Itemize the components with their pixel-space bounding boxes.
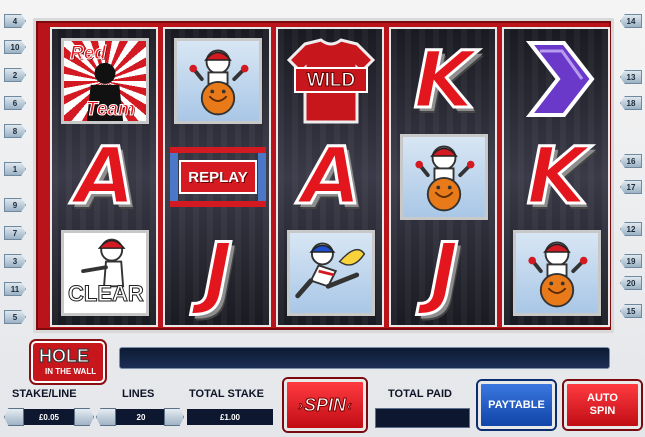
reel-symbol-letter: A	[56, 131, 154, 223]
reel-symbol-letter: K	[395, 35, 493, 127]
reel-4: KJ	[389, 27, 497, 327]
reel-symbol-letter: A	[282, 131, 380, 223]
red-team-symbol: Red Team	[61, 38, 149, 124]
wild-label: WILD	[306, 70, 356, 92]
stake-per-line-label: STAKE/LINE	[12, 388, 77, 400]
payline-marker-left[interactable]: 3	[4, 254, 26, 268]
replay-label: REPLAY	[179, 160, 257, 194]
player-kick-icon	[287, 230, 375, 316]
total-stake-value: £1.00	[187, 409, 273, 425]
payline-marker-left[interactable]: 4	[4, 14, 26, 28]
replay-symbol: REPLAY	[170, 147, 266, 207]
logo-subtitle: IN THE WALL	[45, 367, 97, 376]
reel-symbol-wild: WILD	[282, 35, 380, 127]
lines-decrease-button[interactable]	[96, 408, 116, 426]
hole-in-the-wall-logo: HOLE IN THE WALL	[31, 341, 105, 383]
payline-marker-right[interactable]: 16	[620, 154, 642, 168]
player-ball-icon	[400, 134, 488, 220]
letter-symbol: A	[73, 132, 136, 222]
reel-2: REPLAY J	[163, 27, 271, 327]
reel-symbol-player-ball	[169, 35, 267, 127]
slot-game-screen: Red Team A CLEAR REPLAY J WILD A K J K 4 10 2 6 8 1 9 7 3 1…	[0, 0, 645, 437]
paytable-button[interactable]: PAYTABLE	[478, 381, 555, 429]
letter-symbol: J	[428, 228, 460, 318]
lines-label: LINES	[122, 388, 155, 400]
payline-marker-right[interactable]: 17	[620, 180, 642, 194]
letter-symbol: A	[299, 132, 362, 222]
auto-spin-label-line2: SPIN	[589, 405, 616, 417]
payline-marker-right[interactable]: 12	[620, 222, 642, 236]
lines-increase-button[interactable]	[164, 408, 184, 426]
reel-symbol-player-kick	[282, 227, 380, 319]
player-ball-icon	[174, 38, 262, 124]
reel-1: Red Team A CLEAR	[50, 27, 158, 327]
paytable-label: PAYTABLE	[488, 399, 545, 411]
reel-3: WILD A	[276, 27, 384, 327]
reel-symbol-player-ball	[395, 131, 493, 223]
payline-marker-right[interactable]: 15	[620, 304, 642, 318]
total-paid-value	[375, 408, 470, 428]
reel-symbol-replay: REPLAY	[169, 131, 267, 223]
payline-marker-left[interactable]: 5	[4, 310, 26, 324]
reel-symbol-player-ball	[508, 227, 606, 319]
payline-marker-left[interactable]: 11	[4, 282, 26, 296]
payline-marker-left[interactable]: 8	[4, 124, 26, 138]
stake-per-line-value: £0.05	[24, 409, 74, 425]
reel-symbol-chevron	[508, 35, 606, 127]
payline-marker-right[interactable]: 14	[620, 14, 642, 28]
clear-label: CLEAR	[68, 281, 145, 307]
letter-symbol: K	[525, 132, 588, 222]
player-ball-icon	[513, 230, 601, 316]
total-stake-label: TOTAL STAKE	[189, 388, 264, 400]
payline-marker-right[interactable]: 13	[620, 70, 642, 84]
payline-marker-left[interactable]: 6	[4, 96, 26, 110]
payline-marker-left[interactable]: 2	[4, 68, 26, 82]
payline-marker-left[interactable]: 7	[4, 226, 26, 240]
spin-button[interactable]: › SPIN ‹	[284, 379, 366, 431]
spin-label: SPIN	[303, 394, 346, 415]
spin-arrow-icon: ‹	[347, 397, 353, 414]
lines-value: 20	[116, 409, 166, 425]
chevron-right-icon	[512, 35, 602, 128]
payline-marker-right[interactable]: 18	[620, 96, 642, 110]
auto-spin-button[interactable]: AUTO SPIN	[564, 381, 641, 429]
reel-symbol-redteam: Red Team	[56, 35, 154, 127]
reel-symbol-letter: K	[508, 131, 606, 223]
reel-5: K	[502, 27, 610, 327]
payline-marker-right[interactable]: 19	[620, 254, 642, 268]
payline-marker-left[interactable]: 9	[4, 198, 26, 212]
reel-symbol-clear: CLEAR	[56, 227, 154, 319]
stake-increase-button[interactable]	[74, 408, 94, 426]
letter-symbol: K	[412, 36, 475, 126]
wild-shirt-icon: WILD	[285, 38, 377, 124]
spin-arrow-icon: ›	[298, 397, 304, 414]
auto-spin-label-line1: AUTO	[587, 392, 618, 404]
reel-symbol-letter: J	[395, 227, 493, 319]
red-team-bottom-label: Team	[86, 99, 136, 121]
reel-symbol-letter: J	[169, 227, 267, 319]
payline-marker-right[interactable]: 20	[620, 276, 642, 290]
payline-marker-left[interactable]: 10	[4, 40, 26, 54]
message-bar	[119, 347, 610, 369]
stake-decrease-button[interactable]	[4, 408, 24, 426]
reel-frame: Red Team A CLEAR REPLAY J WILD A K J K	[33, 18, 614, 333]
clear-symbol: CLEAR	[61, 230, 149, 316]
letter-symbol: J	[202, 228, 234, 318]
payline-marker-left[interactable]: 1	[4, 162, 26, 176]
total-paid-label: TOTAL PAID	[388, 388, 452, 400]
logo-title: HOLE	[38, 346, 90, 367]
red-team-top-label: Red	[70, 43, 107, 65]
